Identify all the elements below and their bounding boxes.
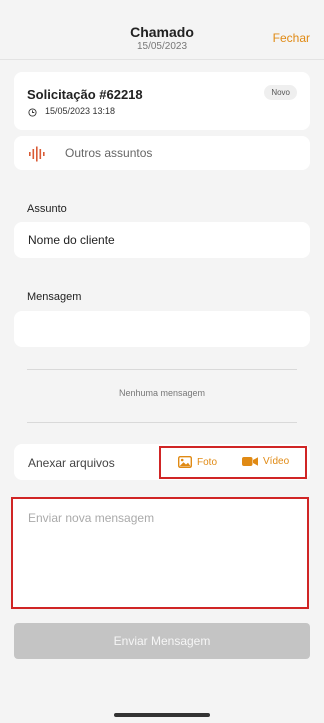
- request-datetime: 15/05/2023 13:18: [45, 106, 116, 116]
- empty-conversation-text: Nenhuma mensagem: [118, 388, 206, 398]
- attach-options: Foto Vídeo: [159, 446, 307, 479]
- attach-label: Anexar arquivos: [28, 456, 115, 470]
- request-card: Solicitação #62218 15/05/2023 13:18 Novo: [14, 72, 310, 130]
- status-badge: Novo: [264, 85, 297, 100]
- subject-field[interactable]: Nome do cliente: [14, 222, 310, 258]
- subject-label: Assunto: [27, 203, 67, 215]
- photo-label: Foto: [197, 456, 218, 468]
- video-label: Vídeo: [263, 456, 290, 467]
- audio-wave-icon: [29, 146, 45, 162]
- new-message-input[interactable]: [13, 499, 307, 607]
- image-icon: [178, 456, 192, 468]
- clock-icon: [28, 108, 37, 117]
- top-bar: Chamado 15/05/2023 Fechar: [0, 0, 324, 60]
- video-button[interactable]: Vídeo: [242, 456, 289, 467]
- video-camera-icon: [242, 457, 258, 466]
- request-title: Solicitação #62218: [27, 87, 143, 102]
- divider-bottom: [27, 422, 297, 423]
- message-label: Mensagem: [27, 291, 82, 303]
- send-message-button[interactable]: Enviar Mensagem: [14, 623, 310, 659]
- topic-row[interactable]: Outros assuntos: [14, 136, 310, 170]
- subject-value: Nome do cliente: [28, 233, 115, 247]
- topic-label: Outros assuntos: [65, 146, 153, 160]
- message-field[interactable]: [14, 311, 310, 347]
- divider-top: [27, 369, 297, 370]
- photo-button[interactable]: Foto: [178, 456, 217, 468]
- new-message-box: [11, 497, 309, 609]
- home-indicator: [114, 713, 210, 717]
- close-button[interactable]: Fechar: [273, 31, 310, 45]
